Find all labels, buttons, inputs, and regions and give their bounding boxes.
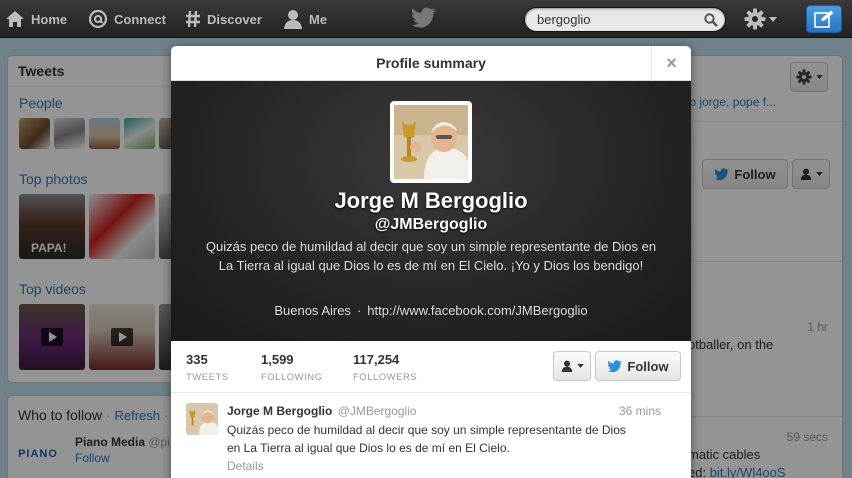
stat-value: 1,599 [261, 352, 294, 367]
stat-label: FOLLOWERS [353, 372, 418, 383]
chevron-down-icon [769, 16, 777, 22]
profile-handle: @JMBergoglio [374, 216, 488, 233]
tweet-text: Quizás peco de humildad al decir que soy… [227, 423, 626, 455]
dialog-header: Profile summary × [171, 46, 691, 81]
profile-summary-dialog: Profile summary × Jorge M Bergoglio @JMB… [171, 46, 691, 478]
separator: · [356, 303, 362, 318]
nav-connect[interactable]: Connect [88, 0, 166, 38]
at-icon [88, 9, 108, 29]
stat-followers[interactable]: 117,254 FOLLOWERS [353, 352, 417, 383]
profile-url-link[interactable]: http://www.facebook.com/JMBergoglio [367, 303, 587, 318]
gear-icon [744, 8, 766, 30]
stat-label: TWEETS [186, 372, 229, 383]
close-icon: × [666, 53, 677, 73]
chevron-down-icon [576, 364, 584, 368]
twitter-bird-icon[interactable] [411, 7, 437, 29]
nav-connect-label: Connect [114, 11, 166, 27]
dialog-title: Profile summary [376, 55, 486, 71]
nav-home[interactable]: Home [5, 0, 67, 38]
nav-discover[interactable]: Discover [185, 0, 262, 38]
stat-following[interactable]: 1,599 FOLLOWING [261, 352, 323, 383]
stat-value: 335 [186, 352, 208, 367]
person-icon [561, 360, 572, 372]
follow-button-label: Follow [627, 358, 669, 374]
tweet-details-link[interactable]: Details [227, 459, 264, 473]
search-box[interactable] [524, 7, 726, 32]
profile-name: Jorge M Bergoglio [334, 188, 528, 213]
search-icon[interactable] [704, 13, 718, 27]
stat-label: FOLLOWING [261, 372, 323, 383]
search-input[interactable] [537, 12, 697, 27]
nav-discover-label: Discover [207, 11, 262, 27]
tweet-avatar[interactable] [186, 403, 218, 435]
user-actions-button[interactable] [553, 351, 591, 381]
compose-tweet-button[interactable] [806, 5, 842, 33]
twitter-bird-icon [608, 359, 623, 372]
profile-photo [394, 105, 468, 179]
stat-value: 117,254 [353, 352, 400, 367]
tweet-author-name: Jorge M Bergoglio [227, 404, 333, 418]
hash-icon [186, 10, 200, 28]
settings-menu-button[interactable] [744, 8, 777, 30]
profile-meta: Buenos Aires · http://www.facebook.com/JMB… [171, 303, 691, 318]
follow-button[interactable]: Follow [595, 351, 681, 381]
tweet-timestamp[interactable]: 36 mins [619, 404, 661, 418]
person-icon [284, 10, 302, 29]
stat-tweets[interactable]: 335 TWEETS [186, 352, 229, 383]
nav-me-label: Me [309, 11, 328, 27]
tweet-author-handle: @JMBergoglio [337, 404, 417, 418]
nav-me[interactable]: Me [283, 0, 327, 38]
top-navigation-bar: Home Connect Discover Me [0, 0, 852, 38]
home-icon [6, 11, 24, 27]
close-button[interactable]: × [651, 46, 691, 81]
divider [171, 392, 691, 393]
profile-photo [186, 403, 218, 435]
profile-bio: Quizás peco de humildad al decir que soy… [205, 239, 657, 273]
profile-avatar[interactable] [390, 101, 472, 183]
profile-location: Buenos Aires [274, 303, 351, 318]
compose-icon [814, 10, 834, 28]
profile-header-card: Jorge M Bergoglio @JMBergoglio Quizás pe… [171, 81, 691, 341]
tweet-author[interactable]: Jorge M Bergoglio @JMBergoglio [227, 404, 417, 418]
nav-home-label: Home [31, 11, 68, 27]
